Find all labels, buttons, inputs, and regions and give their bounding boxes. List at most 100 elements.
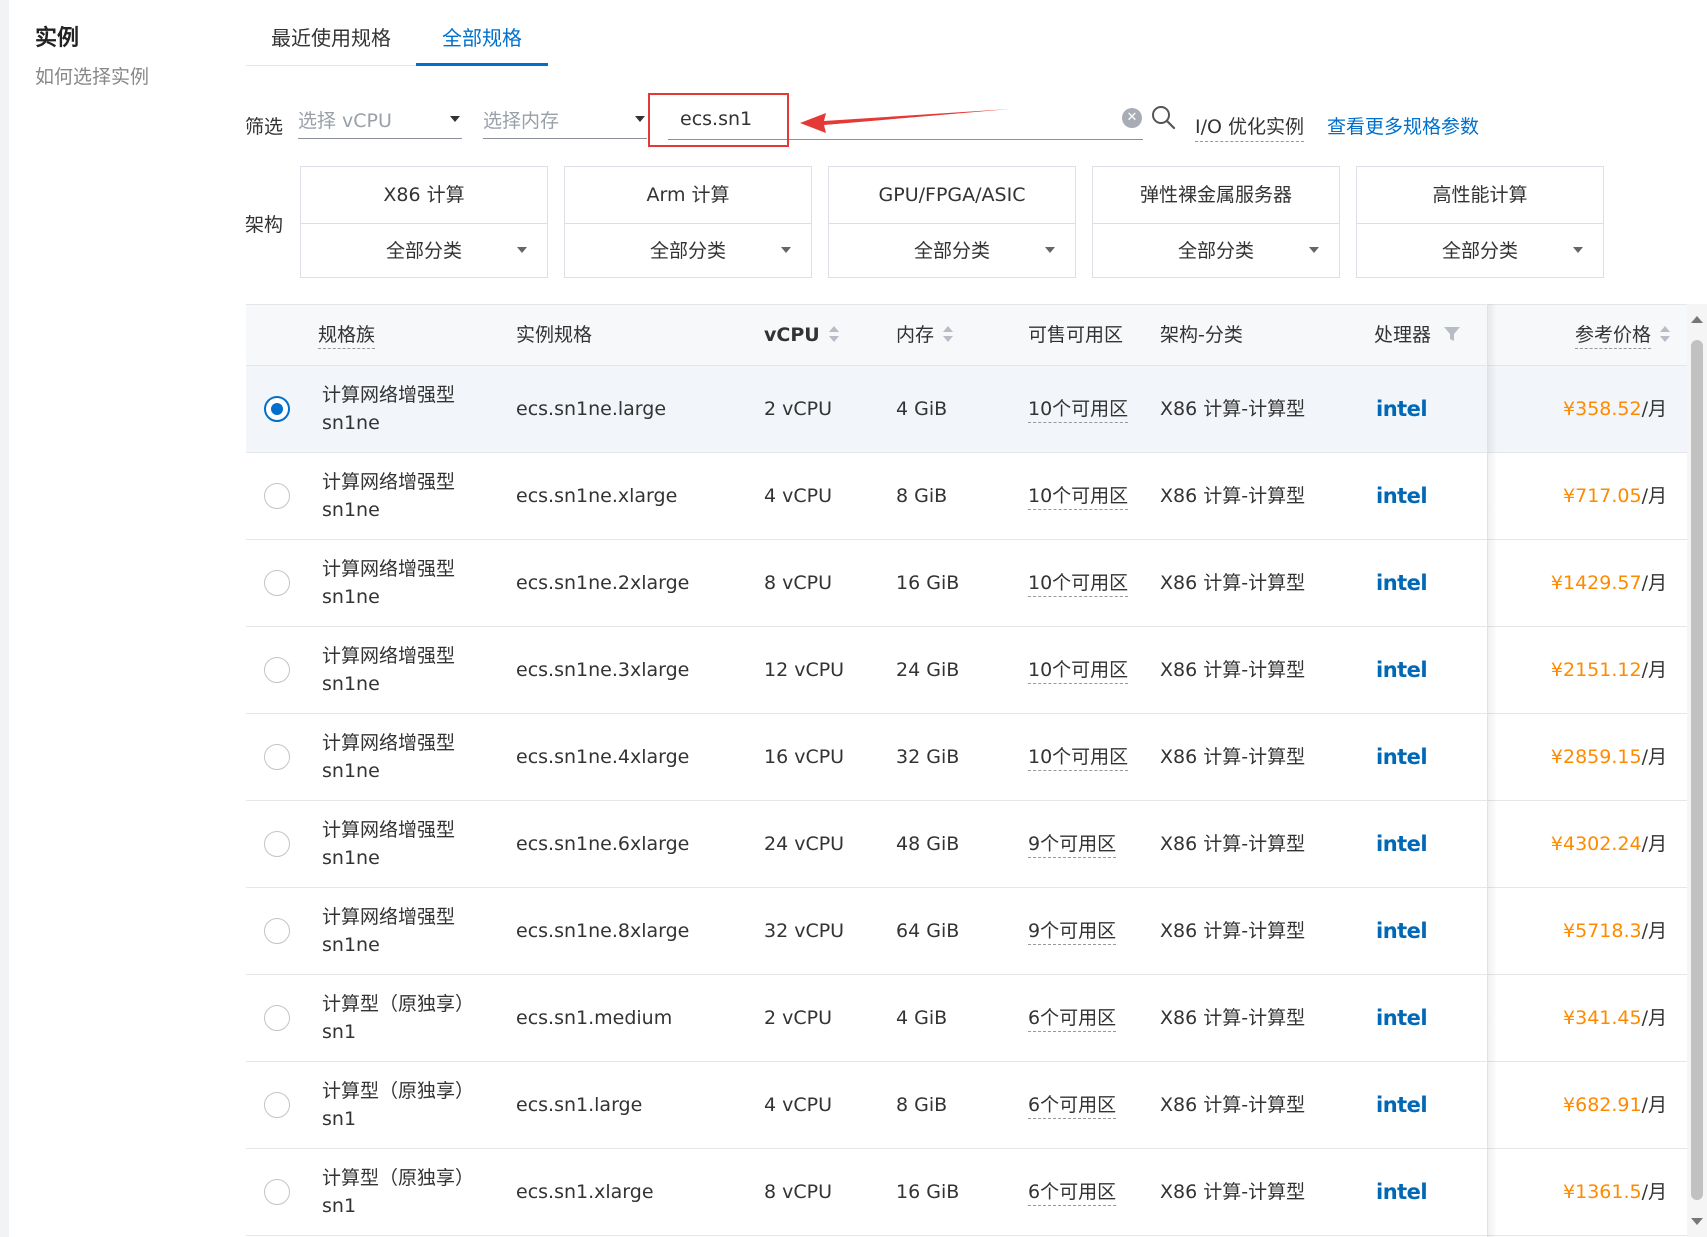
- zones-cell[interactable]: 9个可用区: [1028, 888, 1117, 975]
- family-name: 计算网络增强型: [322, 819, 456, 841]
- arch-cell: X86 计算-计算型: [1160, 485, 1306, 507]
- io-optimized-label[interactable]: I/O 优化实例: [1195, 112, 1304, 142]
- arch-hpc-option[interactable]: 高性能计算: [1357, 167, 1603, 224]
- arch-hpc-category-select[interactable]: 全部分类: [1357, 224, 1603, 278]
- spec-cell: ecs.sn1ne.3xlarge: [516, 659, 690, 681]
- arch-bare-metal-option[interactable]: 弹性裸金属服务器: [1093, 167, 1339, 224]
- row-radio[interactable]: [264, 657, 290, 683]
- memory-cell: 8 GiB: [896, 1094, 948, 1116]
- arch-arm-category-select[interactable]: 全部分类: [565, 224, 811, 278]
- table-row[interactable]: 计算网络增强型 sn1ne ecs.sn1ne.large 2 vCPU 4 G…: [246, 366, 1687, 453]
- table-row[interactable]: 计算网络增强型 sn1ne ecs.sn1ne.6xlarge 24 vCPU …: [246, 801, 1687, 888]
- arch-x86-option[interactable]: X86 计算: [301, 167, 547, 224]
- chevron-down-icon: [1045, 247, 1055, 253]
- zones-cell[interactable]: 10个可用区: [1028, 627, 1129, 714]
- price-cell: ¥717.05/月: [1563, 453, 1667, 540]
- zones-cell-label: 10个可用区: [1028, 746, 1129, 771]
- memory-cell: 24 GiB: [896, 659, 960, 681]
- zones-cell[interactable]: 10个可用区: [1028, 714, 1129, 801]
- arch-arm-option[interactable]: Arm 计算: [565, 167, 811, 224]
- price-unit: /月: [1641, 572, 1667, 594]
- table-row[interactable]: 计算网络增强型 sn1ne ecs.sn1ne.8xlarge 32 vCPU …: [246, 888, 1687, 975]
- arch-card-bare-metal: 弹性裸金属服务器 全部分类: [1092, 166, 1340, 278]
- zones-cell[interactable]: 6个可用区: [1028, 975, 1117, 1062]
- row-radio[interactable]: [264, 483, 290, 509]
- price-amount: ¥341.45: [1563, 1007, 1642, 1029]
- arch-bare-metal-category-select[interactable]: 全部分类: [1093, 224, 1339, 278]
- row-radio[interactable]: [264, 831, 290, 857]
- row-radio[interactable]: [264, 396, 290, 422]
- arch-gpu-category-select[interactable]: 全部分类: [829, 224, 1075, 278]
- family-name: 计算网络增强型: [322, 558, 456, 580]
- intel-logo-icon: intel: [1376, 658, 1428, 682]
- sort-icon[interactable]: [942, 324, 954, 344]
- table-row[interactable]: 计算网络增强型 sn1ne ecs.sn1ne.3xlarge 12 vCPU …: [246, 627, 1687, 714]
- chevron-down-icon: [1309, 247, 1319, 253]
- table-row[interactable]: 计算网络增强型 sn1ne ecs.sn1ne.4xlarge 16 vCPU …: [246, 714, 1687, 801]
- header-price[interactable]: 参考价格: [1574, 305, 1671, 366]
- zones-cell-label: 10个可用区: [1028, 659, 1129, 684]
- table-row[interactable]: 计算网络增强型 sn1ne ecs.sn1ne.xlarge 4 vCPU 8 …: [246, 453, 1687, 540]
- family-code: sn1: [322, 1195, 357, 1217]
- family-code: sn1: [322, 1021, 357, 1043]
- vcpu-select[interactable]: 选择 vCPU: [298, 100, 462, 139]
- family-code: sn1ne: [322, 412, 380, 434]
- family-name: 计算型（原独享）: [322, 1080, 475, 1102]
- zones-cell[interactable]: 10个可用区: [1028, 540, 1129, 627]
- search-icon[interactable]: [1150, 104, 1176, 130]
- header-vcpu-label: vCPU: [764, 324, 820, 346]
- row-radio[interactable]: [264, 1005, 290, 1031]
- sort-icon[interactable]: [828, 324, 840, 344]
- family-name: 计算型（原独享）: [322, 993, 475, 1015]
- scroll-down-icon[interactable]: [1691, 1218, 1703, 1225]
- table-row[interactable]: 计算型（原独享） sn1 ecs.sn1.medium 2 vCPU 4 GiB…: [246, 975, 1687, 1062]
- row-radio[interactable]: [264, 744, 290, 770]
- filter-icon[interactable]: [1443, 326, 1461, 342]
- family-code: sn1ne: [322, 934, 380, 956]
- row-radio[interactable]: [264, 1179, 290, 1205]
- memory-cell: 4 GiB: [896, 1007, 948, 1029]
- memory-cell: 8 GiB: [896, 485, 948, 507]
- intel-logo-icon: intel: [1376, 484, 1428, 508]
- price-cell: ¥4302.24/月: [1551, 801, 1667, 888]
- tab-recent-specs[interactable]: 最近使用规格: [246, 18, 416, 66]
- zones-cell[interactable]: 9个可用区: [1028, 801, 1117, 888]
- row-radio[interactable]: [264, 918, 290, 944]
- header-vcpu[interactable]: vCPU: [764, 305, 840, 366]
- zones-cell[interactable]: 10个可用区: [1028, 366, 1129, 453]
- row-radio[interactable]: [264, 1092, 290, 1118]
- arch-x86-category-select[interactable]: 全部分类: [301, 224, 547, 278]
- sort-icon[interactable]: [1659, 324, 1671, 344]
- table-row[interactable]: 计算网络增强型 sn1ne ecs.sn1ne.2xlarge 8 vCPU 1…: [246, 540, 1687, 627]
- vcpu-cell: 4 vCPU: [764, 1094, 833, 1116]
- table-row[interactable]: 计算型（原独享） sn1 ecs.sn1.large 4 vCPU 8 GiB …: [246, 1062, 1687, 1149]
- memory-cell: 48 GiB: [896, 833, 960, 855]
- arch-card-arm: Arm 计算 全部分类: [564, 166, 812, 278]
- price-cell: ¥2151.12/月: [1551, 627, 1667, 714]
- header-family: 规格族: [318, 305, 376, 366]
- table-scrollbar[interactable]: [1687, 304, 1707, 1237]
- memory-select[interactable]: 选择内存: [483, 100, 647, 139]
- vcpu-cell: 2 vCPU: [764, 1007, 833, 1029]
- scroll-up-icon[interactable]: [1691, 316, 1703, 323]
- scrollbar-thumb[interactable]: [1691, 340, 1703, 1200]
- clear-icon[interactable]: ✕: [1122, 108, 1142, 128]
- zones-cell[interactable]: 6个可用区: [1028, 1149, 1117, 1236]
- intel-logo-icon: intel: [1376, 571, 1428, 595]
- more-spec-params-link[interactable]: 查看更多规格参数: [1327, 112, 1479, 139]
- how-to-choose-link[interactable]: 如何选择实例: [35, 62, 149, 89]
- header-processor[interactable]: 处理器: [1374, 305, 1461, 366]
- arch-cell: X86 计算-计算型: [1160, 833, 1306, 855]
- table-row[interactable]: 计算型（原独享） sn1 ecs.sn1.xlarge 8 vCPU 16 Gi…: [246, 1149, 1687, 1236]
- vcpu-cell: 8 vCPU: [764, 572, 833, 594]
- price-cell: ¥1361.5/月: [1563, 1149, 1667, 1236]
- arch-cell: X86 计算-计算型: [1160, 920, 1306, 942]
- instance-spec-table: 规格族 实例规格 vCPU 内存 可售可用区 架构-分类 处理器 参考价格 计算…: [246, 304, 1687, 1237]
- zones-cell-label: 6个可用区: [1028, 1007, 1117, 1032]
- zones-cell[interactable]: 6个可用区: [1028, 1062, 1117, 1149]
- tab-all-specs[interactable]: 全部规格: [416, 18, 548, 66]
- row-radio[interactable]: [264, 570, 290, 596]
- arch-gpu-option[interactable]: GPU/FPGA/ASIC: [829, 167, 1075, 224]
- header-memory[interactable]: 内存: [896, 305, 954, 366]
- zones-cell[interactable]: 10个可用区: [1028, 453, 1129, 540]
